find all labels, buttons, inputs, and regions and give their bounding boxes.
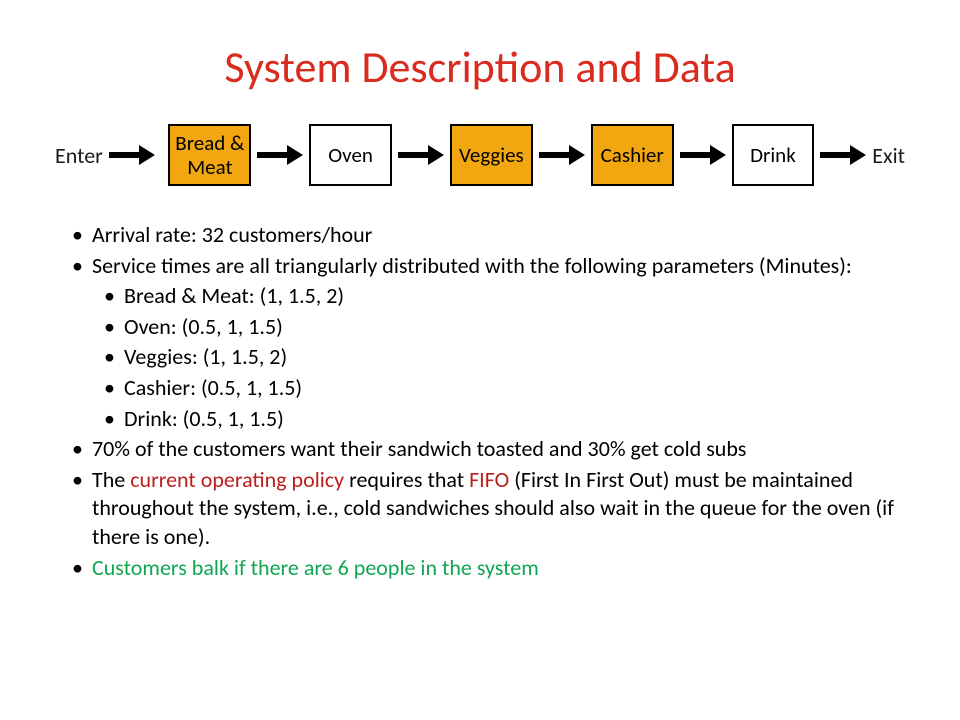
box-cashier: Cashier	[591, 124, 674, 186]
arrow-icon	[257, 145, 303, 165]
box-drink: Drink	[732, 124, 815, 186]
bullet-service-veggies: Veggies: (1, 1.5, 2)	[104, 343, 910, 372]
bullet-list: Arrival rate: 32 customers/hour Service …	[50, 221, 910, 582]
arrow-icon	[820, 145, 866, 165]
bullet-service-drink: Drink: (0.5, 1, 1.5)	[104, 405, 910, 434]
bullet-service-oven: Oven: (0.5, 1, 1.5)	[104, 313, 910, 342]
bullet-service-bread: Bread & Meat: (1, 1.5, 2)	[104, 282, 910, 311]
box-bread-meat: Bread & Meat	[168, 124, 251, 186]
enter-label: Enter	[55, 142, 103, 169]
bullet-balk: Customers balk if there are 6 people in …	[72, 554, 910, 583]
box-veggies: Veggies	[450, 124, 533, 186]
box-oven: Oven	[309, 124, 392, 186]
exit-label: Exit	[872, 142, 905, 169]
bullet-policy: The current operating policy requires th…	[72, 466, 910, 552]
bullet-arrival: Arrival rate: 32 customers/hour	[72, 221, 910, 250]
process-flow: Enter Bread & Meat Oven Veggies Cashier …	[50, 124, 910, 186]
bullet-service-cashier: Cashier: (0.5, 1, 1.5)	[104, 374, 910, 403]
arrow-icon	[109, 145, 155, 165]
bullet-service-intro: Service times are all triangularly distr…	[72, 252, 910, 281]
slide-title: System Description and Data	[50, 40, 910, 94]
arrow-icon	[680, 145, 726, 165]
arrow-icon	[398, 145, 444, 165]
bullet-toast: 70% of the customers want their sandwich…	[72, 435, 910, 464]
arrow-icon	[539, 145, 585, 165]
